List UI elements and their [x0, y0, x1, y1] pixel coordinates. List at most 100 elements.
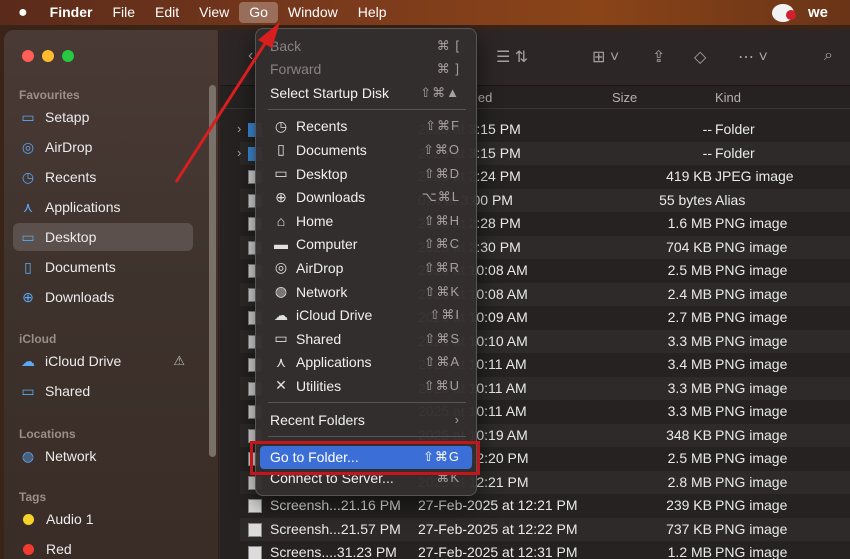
disclosure-chevron-icon[interactable]: › — [237, 121, 241, 136]
document-icon: ▯ — [24, 258, 32, 275]
sidebar-item-desktop[interactable]: ▭ Desktop — [13, 223, 193, 251]
apple-menu-icon[interactable]: ● — [0, 0, 40, 25]
table-row[interactable]: Screensh...21.16 PM 27-Feb-2025 at 12:21 … — [240, 494, 850, 518]
go-menu-item-recent-folders[interactable]: Recent Folders › — [260, 408, 472, 431]
file-date: 27-Feb-2025 at 12:31 PM — [418, 544, 578, 559]
file-icon — [248, 499, 262, 513]
file-kind: PNG image — [715, 309, 788, 325]
go-menu-item-downloads[interactable]: ⊕ Downloads ⌥⌘L — [260, 186, 472, 209]
sidebar-item-label: Applications — [45, 199, 121, 215]
more-actions-icon[interactable]: ⋯ ˅ — [738, 47, 768, 67]
sidebar-item-downloads[interactable]: ⊕ Downloads — [13, 283, 193, 311]
sidebar-item-audio-1[interactable]: Audio 1 — [13, 505, 193, 533]
file-size: 2.7 MB — [667, 309, 712, 325]
go-menu-item-shared[interactable]: ▭ Shared ⇧⌘S — [260, 327, 472, 350]
go-menu-item-icloud-drive[interactable]: ☁ iCloud Drive ⇧⌘I — [260, 304, 472, 327]
file-kind: Folder — [715, 121, 755, 137]
table-row[interactable]: Screensh...21.57 PM 27-Feb-2025 at 12:22 … — [240, 517, 850, 541]
tag-dot-icon — [23, 543, 34, 555]
go-menu-item-computer[interactable]: ▬ Computer ⇧⌘C — [260, 233, 472, 256]
go-menu-item-recents[interactable]: ◷ Recents ⇧⌘F — [260, 115, 472, 138]
menu-separator — [268, 108, 466, 110]
column-size[interactable]: Size — [612, 90, 637, 105]
keyboard-shortcut: ⇧⌘U — [423, 377, 460, 393]
close-window-button[interactable] — [22, 50, 34, 62]
go-menu-item-label: Documents — [296, 141, 367, 158]
file-size: 239 KB — [666, 497, 712, 513]
go-menu-item-label: Back — [270, 37, 302, 54]
file-size: 2.4 MB — [667, 285, 712, 302]
group-icon[interactable]: ⊞ ˅ — [592, 47, 619, 67]
menu-view[interactable]: View — [189, 0, 239, 25]
menu-go[interactable]: Go — [239, 2, 278, 23]
status-app-icon[interactable] — [771, 3, 796, 22]
sidebar-item-label: Audio 1 — [46, 511, 94, 527]
file-kind: PNG image — [715, 332, 788, 349]
go-menu-item-home[interactable]: ⌂ Home ⇧⌘H — [260, 209, 472, 232]
sidebar-scrollbar[interactable] — [209, 85, 216, 457]
go-menu-item-applications[interactable]: ⋏ Applications ⇧⌘A — [260, 351, 472, 374]
menu-file[interactable]: File — [102, 0, 145, 25]
zoom-window-button[interactable] — [62, 50, 74, 62]
sidebar-item-red[interactable]: Red — [13, 535, 193, 559]
go-menu-item-desktop[interactable]: ▭ Desktop ⇧⌘D — [260, 162, 472, 185]
sidebar-item-shared[interactable]: ▭ Shared — [13, 377, 193, 405]
menu-window[interactable]: Window — [278, 0, 348, 25]
file-name: Screensh...21.16 PM — [270, 497, 401, 513]
table-row[interactable]: Screens....31.23 PM 27-Feb-2025 at 12:31 … — [240, 541, 850, 559]
keyboard-shortcut: ⌥⌘L — [421, 189, 460, 205]
go-menu-item-label: AirDrop — [296, 259, 344, 276]
minimize-window-button[interactable] — [42, 50, 54, 62]
sidebar-item-label: Documents — [45, 259, 116, 275]
sidebar-item-label: Recents — [45, 169, 97, 185]
file-size: 3.3 MB — [667, 379, 712, 396]
sidebar-item-icloud-drive[interactable]: ☁ iCloud Drive ⚠ — [13, 347, 193, 375]
file-name: Screens....31.23 PM — [270, 544, 397, 559]
go-menu-item-label: Forward — [270, 61, 322, 78]
sidebar-item-network[interactable]: ◍ Network — [13, 442, 193, 470]
disclosure-chevron-icon[interactable]: › — [237, 145, 241, 160]
file-icon — [248, 546, 262, 559]
go-menu-item-network[interactable]: ◍ Network ⇧⌘K — [260, 280, 472, 303]
go-menu-item-back[interactable]: Back ⌘ [ — [260, 34, 472, 57]
sidebar-item-airdrop[interactable]: ◎ AirDrop — [13, 133, 193, 161]
menu-bar: ● Finder File Edit View Go Window Help we — [0, 0, 850, 25]
list-view-icon[interactable]: ☰ ⇅ — [496, 47, 528, 67]
menu-edit[interactable]: Edit — [145, 0, 189, 25]
column-date-modified[interactable]: ied — [475, 90, 492, 105]
cloud-icon: ☁ — [274, 306, 288, 323]
status-app-text-icon[interactable]: we — [808, 4, 828, 21]
keyboard-shortcut: ⇧⌘A — [424, 354, 460, 370]
menu-help[interactable]: Help — [348, 0, 397, 25]
file-kind: PNG image — [715, 520, 788, 537]
column-kind[interactable]: Kind — [715, 90, 741, 105]
sidebar-item-documents[interactable]: ▯ Documents — [13, 253, 193, 281]
keyboard-shortcut: ⇧⌘▲ — [420, 84, 460, 100]
back-nav-icon[interactable]: ‹ — [248, 47, 253, 65]
go-menu-item-select-startup-disk[interactable]: Select Startup Disk ⇧⌘▲ — [260, 81, 472, 104]
sidebar-item-label: Downloads — [45, 289, 115, 305]
menu-finder[interactable]: Finder — [40, 0, 103, 25]
go-menu-item-label: Recents — [296, 118, 348, 135]
go-menu-item-utilities[interactable]: ✕ Utilities ⇧⌘U — [260, 374, 472, 397]
sidebar-item-setapp[interactable]: ▭ Setapp — [13, 103, 193, 131]
tag-icon[interactable]: ◇ — [694, 47, 706, 67]
go-menu-item-airdrop[interactable]: ◎ AirDrop ⇧⌘R — [260, 256, 472, 279]
sidebar-item-applications[interactable]: ⋏ Applications — [13, 193, 193, 221]
download-icon: ⊕ — [275, 188, 287, 205]
file-name: Screensh...21.57 PM — [270, 520, 401, 537]
menu-separator — [268, 402, 466, 403]
file-kind: PNG image — [715, 285, 788, 302]
sidebar-item-label: Desktop — [45, 229, 97, 245]
keyboard-shortcut: ⇧⌘S — [424, 330, 460, 346]
search-icon[interactable]: ⌕ — [824, 47, 833, 65]
go-menu-item-forward[interactable]: Forward ⌘ ] — [260, 58, 472, 81]
sidebar-item-recents[interactable]: ◷ Recents — [13, 163, 193, 191]
file-size: 3.4 MB — [667, 356, 712, 372]
share-icon[interactable]: ⇪ — [652, 47, 665, 67]
go-menu-item-documents[interactable]: ▯ Documents ⇧⌘O — [260, 138, 472, 161]
keyboard-shortcut: ⌘ [ — [436, 37, 460, 53]
file-kind: PNG image — [715, 356, 788, 372]
shared-folder-icon: ▭ — [274, 330, 288, 347]
sidebar: Favourites ▭ Setapp ◎ AirDrop ◷ Recents ⋏ Applic… — [4, 30, 219, 559]
